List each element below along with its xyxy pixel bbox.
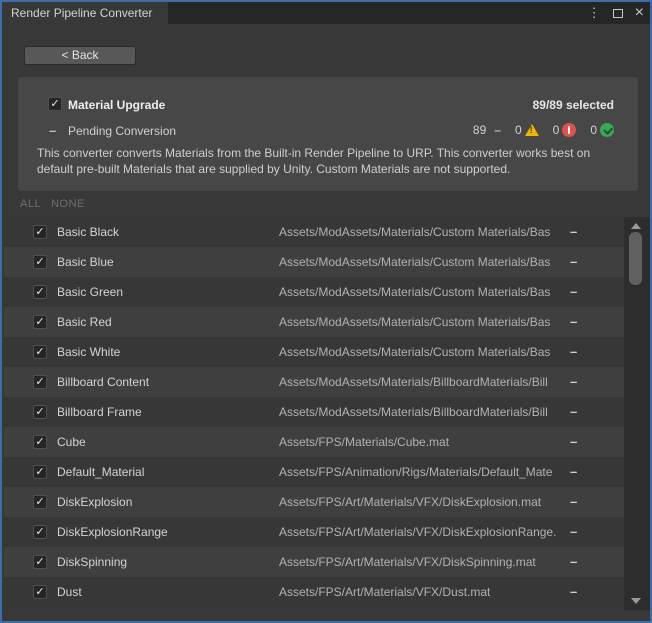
material-row[interactable]: ✓ Basic Black Assets/ModAssets/Materials… <box>4 217 624 247</box>
row-checkbox[interactable]: ✓ <box>33 315 47 329</box>
material-name: Basic Blue <box>57 255 114 269</box>
row-checkbox[interactable]: ✓ <box>33 375 47 389</box>
material-name: Basic White <box>57 345 120 359</box>
material-row[interactable]: ✓ Basic Red Assets/ModAssets/Materials/C… <box>4 307 624 337</box>
material-path: Assets/FPS/Art/Materials/VFX/Dust.mat <box>279 585 490 599</box>
material-upgrade-checkbox[interactable]: ✓ <box>48 97 62 111</box>
row-checkbox[interactable]: ✓ <box>33 465 47 479</box>
maximize-icon[interactable] <box>613 9 623 18</box>
material-name: Basic Green <box>57 285 123 299</box>
material-name: DiskExplosionRange <box>57 525 168 539</box>
material-path: Assets/ModAssets/Materials/Custom Materi… <box>279 255 550 269</box>
selection-actions: ALL NONE <box>20 198 85 212</box>
row-status-dash-icon: – <box>570 584 577 599</box>
kebab-menu-icon[interactable]: ⋮ <box>588 2 601 24</box>
material-name: Cube <box>57 435 86 449</box>
material-path: Assets/ModAssets/Materials/Custom Materi… <box>279 315 550 329</box>
material-row[interactable]: ✓ Billboard Content Assets/ModAssets/Mat… <box>4 367 624 397</box>
window-title: Render Pipeline Converter <box>11 6 152 20</box>
row-checkbox[interactable]: ✓ <box>33 405 47 419</box>
material-path: Assets/ModAssets/Materials/Custom Materi… <box>279 345 550 359</box>
close-icon[interactable]: × <box>635 2 644 24</box>
material-path: Assets/FPS/Materials/Cube.mat <box>279 435 449 449</box>
select-none-button[interactable]: NONE <box>51 198 85 212</box>
material-row[interactable]: ✓ DiskExplosionRange Assets/FPS/Art/Mate… <box>4 517 624 547</box>
material-row[interactable]: ✓ Basic White Assets/ModAssets/Materials… <box>4 337 624 367</box>
converter-description: This converter converts Materials from t… <box>37 145 619 177</box>
material-name: DiskExplosion <box>57 495 132 509</box>
material-upgrade-panel: ✓ Material Upgrade 89/89 selected – Pend… <box>18 77 638 191</box>
row-status-dash-icon: – <box>570 344 577 359</box>
material-list: ✓ Basic Black Assets/ModAssets/Materials… <box>4 217 624 607</box>
row-status-dash-icon: – <box>570 524 577 539</box>
material-row[interactable]: ✓ Default_Material Assets/FPS/Animation/… <box>4 457 624 487</box>
row-status-dash-icon: – <box>570 314 577 329</box>
row-checkbox[interactable]: ✓ <box>33 285 47 299</box>
row-status-dash-icon: – <box>570 554 577 569</box>
material-row[interactable]: ✓ Dust Assets/FPS/Art/Materials/VFX/Dust… <box>4 577 624 607</box>
row-status-dash-icon: – <box>570 284 577 299</box>
scroll-thumb[interactable] <box>629 232 642 285</box>
pending-total-dash-icon: – <box>494 123 501 137</box>
pending-conversion-label: Pending Conversion <box>68 124 176 138</box>
converter-title: Material Upgrade <box>68 98 165 112</box>
material-path: Assets/FPS/Art/Materials/VFX/DiskExplosi… <box>279 495 541 509</box>
material-name: Billboard Content <box>57 375 149 389</box>
material-path: Assets/ModAssets/Materials/BillboardMate… <box>279 375 548 389</box>
row-status-dash-icon: – <box>570 404 577 419</box>
material-row[interactable]: ✓ Basic Green Assets/ModAssets/Materials… <box>4 277 624 307</box>
row-checkbox[interactable]: ✓ <box>33 435 47 449</box>
row-status-dash-icon: – <box>570 224 577 239</box>
material-name: Default_Material <box>57 465 144 479</box>
window-tab[interactable]: Render Pipeline Converter <box>2 2 168 24</box>
material-row[interactable]: ✓ DiskSpinning Assets/FPS/Art/Materials/… <box>4 547 624 577</box>
row-status-dash-icon: – <box>570 374 577 389</box>
material-name: Billboard Frame <box>57 405 142 419</box>
select-all-button[interactable]: ALL <box>20 198 41 212</box>
success-count: 0 <box>590 123 597 137</box>
row-status-dash-icon: – <box>570 254 577 269</box>
material-path: Assets/FPS/Art/Materials/VFX/DiskSpinnin… <box>279 555 536 569</box>
warning-count: 0 <box>515 123 522 137</box>
row-status-dash-icon: – <box>570 464 577 479</box>
row-checkbox[interactable]: ✓ <box>33 255 47 269</box>
material-path: Assets/ModAssets/Materials/BillboardMate… <box>279 405 548 419</box>
material-path: Assets/ModAssets/Materials/Custom Materi… <box>279 285 550 299</box>
vertical-scrollbar[interactable] <box>624 217 650 610</box>
selected-count-label: 89/89 selected <box>533 98 614 112</box>
row-checkbox[interactable]: ✓ <box>33 225 47 239</box>
row-checkbox[interactable]: ✓ <box>33 525 47 539</box>
pending-total: 89 <box>473 123 486 137</box>
row-checkbox[interactable]: ✓ <box>33 345 47 359</box>
error-count: 0 <box>553 123 560 137</box>
material-row[interactable]: ✓ Billboard Frame Assets/ModAssets/Mater… <box>4 397 624 427</box>
row-status-dash-icon: – <box>570 494 577 509</box>
material-name: Basic Red <box>57 315 112 329</box>
pending-dash-icon: – <box>49 123 56 138</box>
titlebar: Render Pipeline Converter ⋮ × <box>2 2 650 24</box>
row-status-dash-icon: – <box>570 434 577 449</box>
row-checkbox[interactable]: ✓ <box>33 555 47 569</box>
material-path: Assets/ModAssets/Materials/Custom Materi… <box>279 225 550 239</box>
scroll-up-arrow-icon[interactable] <box>631 223 641 229</box>
render-pipeline-converter-window: Render Pipeline Converter ⋮ × < Back ✓ M… <box>0 0 652 623</box>
row-checkbox[interactable]: ✓ <box>33 495 47 509</box>
material-name: Dust <box>57 585 82 599</box>
material-path: Assets/FPS/Animation/Rigs/Materials/Defa… <box>279 465 552 479</box>
material-path: Assets/FPS/Art/Materials/VFX/DiskExplosi… <box>279 525 556 539</box>
material-name: Basic Black <box>57 225 119 239</box>
error-icon <box>562 123 576 137</box>
success-icon <box>600 123 614 137</box>
pending-counts: 89 – 0 0 0 <box>473 123 614 137</box>
material-name: DiskSpinning <box>57 555 127 569</box>
material-row[interactable]: ✓ DiskExplosion Assets/FPS/Art/Materials… <box>4 487 624 517</box>
row-checkbox[interactable]: ✓ <box>33 585 47 599</box>
back-button[interactable]: < Back <box>24 46 136 65</box>
scroll-down-arrow-icon[interactable] <box>631 598 641 604</box>
warning-icon <box>525 124 539 136</box>
material-row[interactable]: ✓ Cube Assets/FPS/Materials/Cube.mat – <box>4 427 624 457</box>
material-row[interactable]: ✓ Basic Blue Assets/ModAssets/Materials/… <box>4 247 624 277</box>
